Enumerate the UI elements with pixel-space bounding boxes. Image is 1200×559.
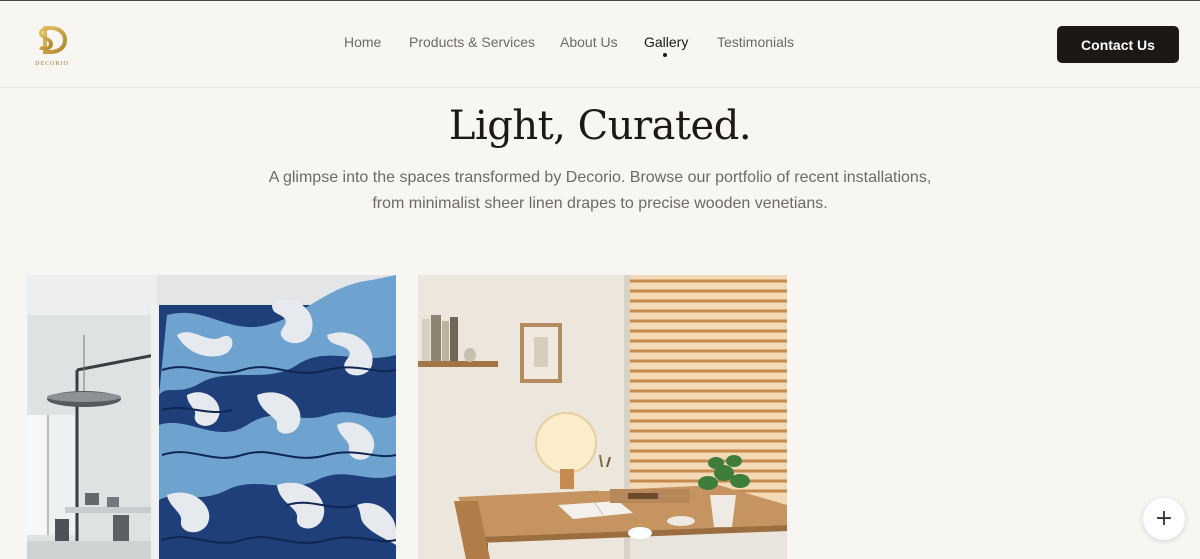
site-header: DECORIO Home Products & Services About U… <box>0 1 1200 88</box>
nav-products-services[interactable]: Products & Services <box>409 34 535 50</box>
nav-gallery[interactable]: Gallery <box>644 34 688 50</box>
page-description-line-2: from minimalist sheer linen drapes to pr… <box>372 195 828 212</box>
contact-us-button[interactable]: Contact Us <box>1057 26 1179 63</box>
nav-testimonials[interactable]: Testimonials <box>717 34 794 50</box>
page-title: Light, Curated. <box>448 103 752 149</box>
office-mural-image <box>27 275 396 559</box>
page-description: A glimpse into the spaces transformed by… <box>250 165 950 217</box>
nav-home[interactable]: Home <box>344 34 381 50</box>
gallery-item-office-mural[interactable] <box>27 275 396 559</box>
page-description-line-1: A glimpse into the spaces transformed by… <box>268 169 932 186</box>
study-blinds-image <box>418 275 787 559</box>
gallery-item-study-blinds[interactable] <box>418 275 787 559</box>
main-nav: Home Products & Services About Us Galler… <box>0 1 1200 88</box>
floating-add-button[interactable]: + <box>1143 498 1185 540</box>
active-nav-indicator <box>663 53 667 57</box>
nav-about-us[interactable]: About Us <box>560 34 618 50</box>
plus-icon: + <box>1154 506 1174 531</box>
